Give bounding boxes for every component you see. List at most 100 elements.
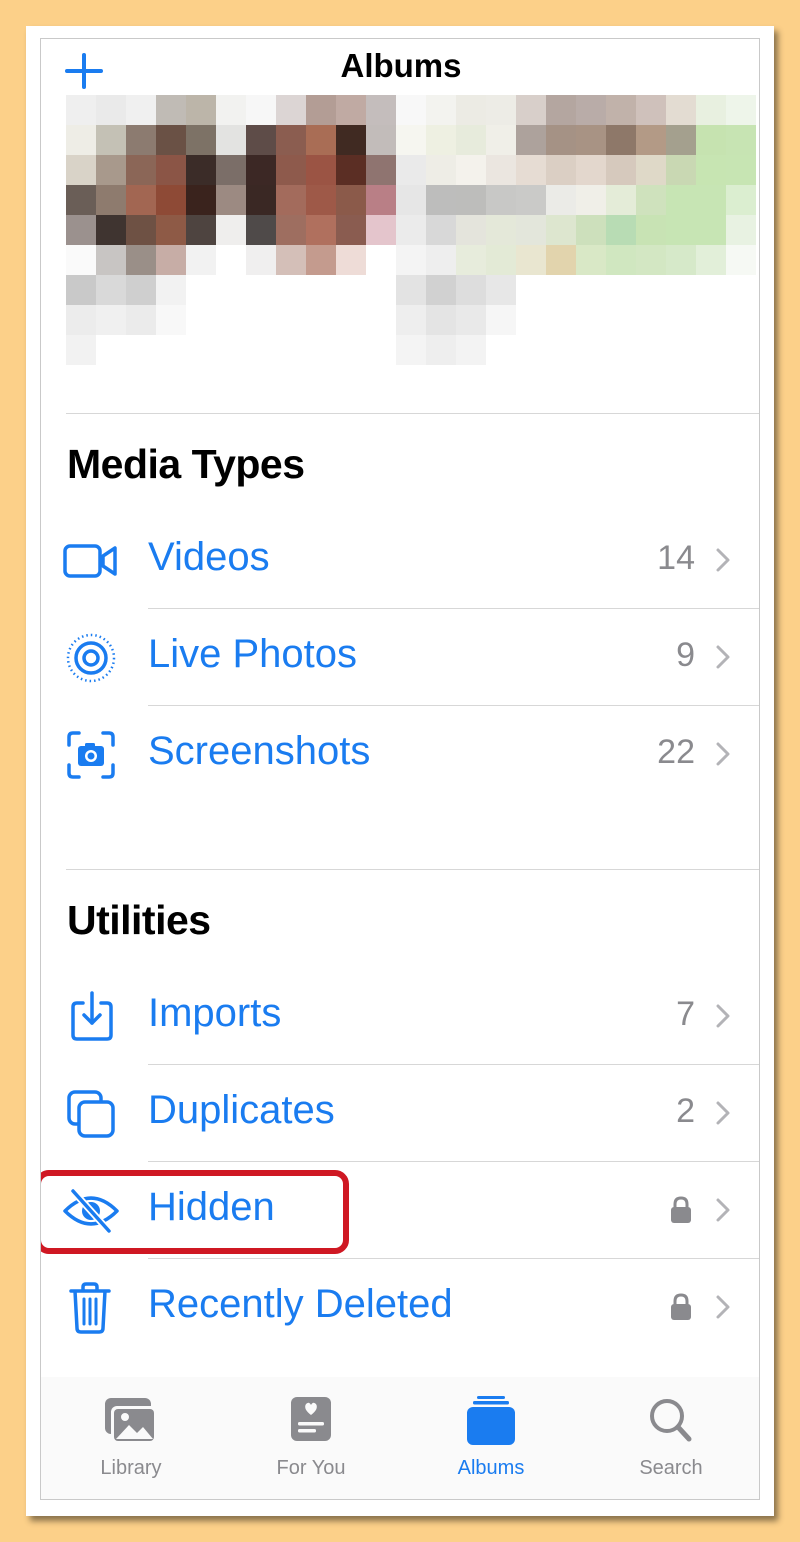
mosaic-pixel [216, 305, 246, 335]
tab-search[interactable]: Search [581, 1395, 759, 1495]
mosaic-pixel [96, 95, 126, 125]
album-label: Screenshots [148, 729, 371, 773]
mosaic-pixel [426, 95, 456, 125]
mosaic-pixel [126, 305, 156, 335]
row-separator [148, 608, 759, 609]
mosaic-pixel [726, 245, 756, 275]
mosaic-pixel [366, 95, 396, 125]
mosaic-pixel [456, 215, 486, 245]
album-row-imports[interactable]: Imports 7 [41, 969, 759, 1065]
mosaic-pixel [306, 275, 336, 305]
mosaic-pixel [126, 95, 156, 125]
mosaic-pixel [246, 185, 276, 215]
mosaic-pixel [546, 305, 576, 335]
mosaic-pixel [636, 305, 666, 335]
mosaic-pixel [546, 335, 576, 365]
mosaic-pixel [666, 155, 696, 185]
tab-for-you[interactable]: For You [221, 1395, 401, 1495]
mosaic-pixel [186, 185, 216, 215]
mosaic-pixel [396, 305, 426, 335]
mosaic-pixel [666, 125, 696, 155]
album-count: 14 [657, 539, 695, 577]
mosaic-pixel [726, 275, 756, 305]
mosaic-pixel [516, 335, 546, 365]
navigation-bar: Albums [41, 39, 759, 99]
page-title: Albums [340, 47, 462, 84]
mosaic-pixel [156, 215, 186, 245]
mosaic-pixel [156, 335, 186, 365]
mosaic-pixel [606, 185, 636, 215]
mosaic-pixel [366, 215, 396, 245]
album-row-hidden[interactable]: Hidden [41, 1163, 759, 1259]
mosaic-pixel [336, 335, 366, 365]
mosaic-pixel [426, 335, 456, 365]
mosaic-pixel [336, 125, 366, 155]
mosaic-pixel [516, 185, 546, 215]
mosaic-pixel [546, 155, 576, 185]
mosaic-pixel [396, 125, 426, 155]
mosaic-pixel [246, 215, 276, 245]
mosaic-pixel [486, 245, 516, 275]
mosaic-pixel [576, 245, 606, 275]
mosaic-pixel [396, 95, 426, 125]
mosaic-pixel [726, 305, 756, 335]
mosaic-pixel [726, 185, 756, 215]
mosaic-pixel [456, 155, 486, 185]
album-row-duplicates[interactable]: Duplicates 2 [41, 1066, 759, 1162]
mosaic-pixel [516, 125, 546, 155]
mosaic-pixel [336, 305, 366, 335]
mosaic-pixel [666, 305, 696, 335]
mosaic-pixel [546, 185, 576, 215]
mosaic-pixel [546, 125, 576, 155]
chevron-right-icon [716, 1295, 730, 1319]
chevron-right-icon [716, 548, 730, 572]
mosaic-pixel [186, 275, 216, 305]
mosaic-pixel [126, 155, 156, 185]
mosaic-pixel [156, 155, 186, 185]
mosaic-pixel [186, 335, 216, 365]
mosaic-pixel [156, 185, 186, 215]
mosaic-pixel [606, 305, 636, 335]
mosaic-pixel [516, 215, 546, 245]
mosaic-pixel [66, 95, 96, 125]
mosaic-pixel [96, 275, 126, 305]
mosaic-pixel [636, 245, 666, 275]
mosaic-pixel [426, 125, 456, 155]
album-count: 22 [657, 733, 695, 771]
mosaic-pixel [306, 125, 336, 155]
mosaic-pixel [666, 215, 696, 245]
album-row-recently-deleted[interactable]: Recently Deleted [41, 1260, 759, 1356]
mosaic-pixel [456, 305, 486, 335]
photos-app-screen: Albums Media Types Videos 14 Live Photos… [40, 38, 760, 1500]
album-row-videos[interactable]: Videos 14 [41, 513, 759, 609]
mosaic-pixel [216, 185, 246, 215]
mosaic-pixel [426, 185, 456, 215]
album-count: 9 [676, 636, 695, 674]
mosaic-pixel [96, 155, 126, 185]
mosaic-pixel [576, 125, 606, 155]
mosaic-pixel [726, 95, 756, 125]
tab-albums[interactable]: Albums [401, 1395, 581, 1495]
album-row-screenshots[interactable]: Screenshots 22 [41, 707, 759, 803]
mosaic-pixel [726, 215, 756, 245]
tab-label: For You [276, 1457, 346, 1479]
pixelated-album-thumbnails[interactable] [66, 95, 756, 365]
photo-library-icon [105, 1398, 157, 1444]
mosaic-pixel [216, 275, 246, 305]
mosaic-pixel [516, 95, 546, 125]
for-you-icon [291, 1397, 331, 1441]
mosaic-pixel [696, 155, 726, 185]
import-icon [71, 991, 113, 1041]
screenshot-icon [67, 731, 115, 779]
tab-label: Library [100, 1457, 162, 1479]
mosaic-pixel [696, 275, 726, 305]
mosaic-pixel [606, 215, 636, 245]
mosaic-pixel [246, 125, 276, 155]
tab-library[interactable]: Library [41, 1395, 221, 1495]
mosaic-pixel [606, 275, 636, 305]
album-row-live-photos[interactable]: Live Photos 9 [41, 610, 759, 706]
mosaic-pixel [276, 155, 306, 185]
mosaic-pixel [396, 215, 426, 245]
mosaic-pixel [66, 245, 96, 275]
album-count: 2 [676, 1092, 695, 1130]
